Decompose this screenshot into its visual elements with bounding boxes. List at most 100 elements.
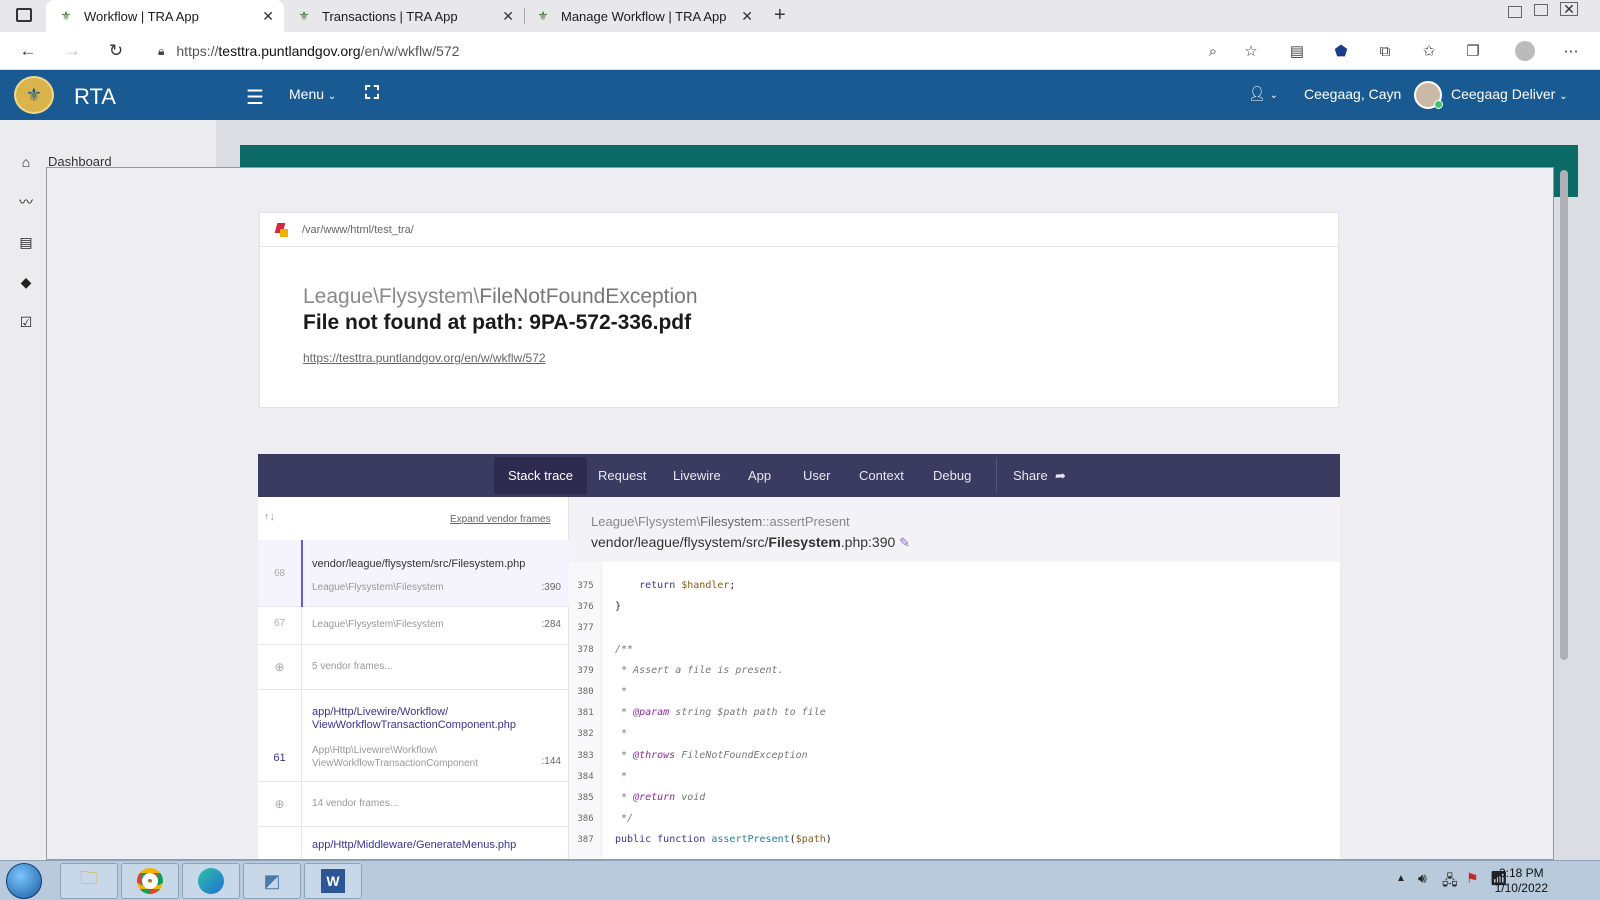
- stack-frames-list: ↑↓ Expand vendor frames 68 vendor/league…: [258, 497, 569, 859]
- system-clock[interactable]: 3:18 PM 1/10/2022: [1495, 866, 1548, 896]
- collections-icon[interactable]: ❐: [1462, 40, 1484, 62]
- browser-tab-transactions[interactable]: ⚜ Transactions | TRA App ✕: [286, 0, 524, 32]
- chrome-icon[interactable]: [121, 863, 179, 899]
- line-number: 375: [577, 581, 594, 591]
- expand-vendor-frames-link[interactable]: Expand vendor frames: [450, 514, 551, 525]
- code-line: */: [615, 813, 634, 825]
- chevron-down-icon: ⌄: [1559, 91, 1568, 102]
- stack-frame[interactable]: 68 vendor/league/flysystem/src/Filesyste…: [258, 540, 569, 607]
- close-tab-icon[interactable]: ✕: [502, 8, 514, 25]
- app-brand[interactable]: RTA: [74, 84, 116, 110]
- menu-dropdown[interactable]: Menu ⌄: [289, 86, 336, 102]
- frame-number: 61: [273, 752, 286, 764]
- refresh-icon[interactable]: ↻: [104, 40, 128, 62]
- chart-icon[interactable]: 〰: [16, 192, 36, 212]
- code-header: League\Flysystem\Filesystem::assertPrese…: [569, 497, 1340, 562]
- edit-pencil-icon[interactable]: ✎: [899, 535, 910, 550]
- url-field[interactable]: 🔒︎ https://testtra.puntlandgov.org/en/w/…: [144, 36, 1262, 66]
- show-hidden-icons[interactable]: ▲: [1396, 873, 1406, 884]
- user-menu-icon[interactable]: 👤︎ ⌄: [1248, 85, 1278, 102]
- stack-frame[interactable]: app/Http/Middleware/GenerateMenus.php: [258, 827, 569, 859]
- reading-icon[interactable]: ▤: [1286, 40, 1308, 62]
- close-tab-icon[interactable]: ✕: [741, 8, 753, 25]
- line-number: 383: [577, 750, 594, 761]
- browser-tab-manage-workflow[interactable]: ⚜ Manage Workflow | TRA App ✕: [525, 0, 763, 32]
- frame-line: :390: [541, 582, 561, 593]
- frame-divider: [301, 607, 302, 644]
- chevron-down-icon: ⌄: [327, 91, 337, 102]
- page-scrollbar[interactable]: [1560, 170, 1568, 660]
- app-icon[interactable]: ◩: [243, 863, 301, 899]
- tab-user[interactable]: User: [803, 454, 830, 497]
- tab-app[interactable]: App: [748, 454, 771, 497]
- favorite-add-icon[interactable]: ☆: [1240, 40, 1262, 62]
- home-icon[interactable]: ⌂: [16, 152, 36, 172]
- online-status-dot: [1434, 100, 1443, 109]
- frame-divider: [301, 690, 302, 781]
- back-icon[interactable]: ←: [16, 40, 40, 62]
- expand-plus-icon: ⊕: [274, 660, 285, 674]
- check-square-icon[interactable]: ☑: [16, 312, 36, 332]
- vendor-frames-label: 5 vendor frames...: [312, 661, 393, 672]
- line-number: 378: [577, 644, 594, 655]
- user-short-name[interactable]: Ceegaag, Cayn: [1304, 86, 1401, 102]
- extensions-icon[interactable]: ⧉: [1374, 40, 1396, 62]
- frame-number: 68: [273, 568, 286, 579]
- stack-frame[interactable]: 61 app/Http/Livewire/Workflow/ViewWorkfl…: [258, 690, 569, 782]
- volume-icon[interactable]: 🔊︎: [1418, 870, 1427, 887]
- zoom-icon[interactable]: ⌕: [1202, 40, 1224, 62]
- new-tab-icon[interactable]: +: [774, 4, 786, 27]
- browser-tab-workflow[interactable]: ⚜ Workflow | TRA App ✕: [46, 0, 284, 32]
- favorites-icon[interactable]: ✩: [1418, 40, 1440, 62]
- start-button-icon[interactable]: [6, 863, 42, 899]
- sidebar-expanded: Dashboard: [46, 120, 216, 170]
- share-icon: ➦: [1054, 467, 1066, 483]
- shield-extension-icon[interactable]: ⬟: [1330, 40, 1352, 62]
- frame-file: app/Http/Livewire/Workflow/ViewWorkflowT…: [312, 706, 517, 731]
- forward-icon[interactable]: →: [60, 40, 84, 62]
- tab-livewire[interactable]: Livewire: [673, 454, 721, 497]
- share-button[interactable]: Share ➦: [1013, 454, 1066, 497]
- exception-message: File not found at path: 9PA-572-336.pdf: [303, 311, 692, 334]
- close-window-icon[interactable]: ✕: [1560, 2, 1578, 16]
- file-explorer-icon[interactable]: 🗀︎: [60, 863, 118, 899]
- request-url-link[interactable]: https://testtra.puntlandgov.org/en/w/wkf…: [303, 351, 546, 365]
- frame-file: app/Http/Middleware/GenerateMenus.php: [312, 839, 517, 851]
- hamburger-icon[interactable]: ☰: [246, 85, 264, 110]
- code-line: }: [615, 601, 622, 613]
- tab-request[interactable]: Request: [598, 454, 646, 497]
- close-tab-icon[interactable]: ✕: [262, 8, 274, 25]
- user-full-name[interactable]: Ceegaag Deliver ⌄: [1451, 86, 1568, 102]
- tab-title: Manage Workflow | TRA App: [561, 8, 727, 24]
- line-number: 385: [577, 793, 594, 803]
- code-line: *: [615, 728, 628, 740]
- clock-time: 3:18 PM: [1498, 866, 1544, 880]
- app-sidebar: ⌂ 〰 ▤ ◆ ☑: [0, 120, 46, 860]
- tab-context[interactable]: Context: [859, 454, 904, 497]
- exception-card: /var/www/html/test_tra/ League\Flysystem…: [259, 212, 1339, 408]
- tab-stack-trace[interactable]: Stack trace: [494, 457, 588, 494]
- frame-class: League\Flysystem\Filesystem: [312, 619, 444, 630]
- minimize-icon[interactable]: [1508, 6, 1522, 18]
- restore-icon[interactable]: [1534, 4, 1548, 16]
- action-center-icon[interactable]: ⚑: [1466, 870, 1479, 887]
- stack-frame[interactable]: 67 League\Flysystem\Filesystem :284: [258, 607, 569, 645]
- vendor-frames-group[interactable]: ⊕ 14 vendor frames...: [258, 782, 569, 827]
- word-icon[interactable]: W: [304, 863, 362, 899]
- frame-file-path: vendor/league/flysystem/src/Filesystem.p…: [591, 534, 911, 550]
- network-icon[interactable]: 🖧︎: [1442, 870, 1458, 894]
- frame-class: League\Flysystem\Filesystem: [312, 582, 444, 593]
- line-number: 380: [577, 687, 594, 697]
- lock-icon[interactable]: 🔒︎: [158, 44, 164, 59]
- vendor-frames-group[interactable]: ⊕ 5 vendor frames...: [258, 645, 569, 690]
- profile-icon[interactable]: [1514, 40, 1536, 62]
- vendor-frames-label: 14 vendor frames...: [312, 798, 399, 809]
- tab-actions-icon[interactable]: [16, 8, 32, 22]
- fullscreen-icon[interactable]: [365, 85, 379, 99]
- frame-nav-arrows-icon[interactable]: ↑↓: [264, 511, 275, 523]
- tab-debug[interactable]: Debug: [933, 454, 971, 497]
- list-icon[interactable]: ▤: [16, 232, 36, 252]
- tags-icon[interactable]: ◆: [16, 272, 36, 292]
- edge-icon[interactable]: [182, 863, 240, 899]
- more-icon[interactable]: ⋯: [1560, 40, 1582, 62]
